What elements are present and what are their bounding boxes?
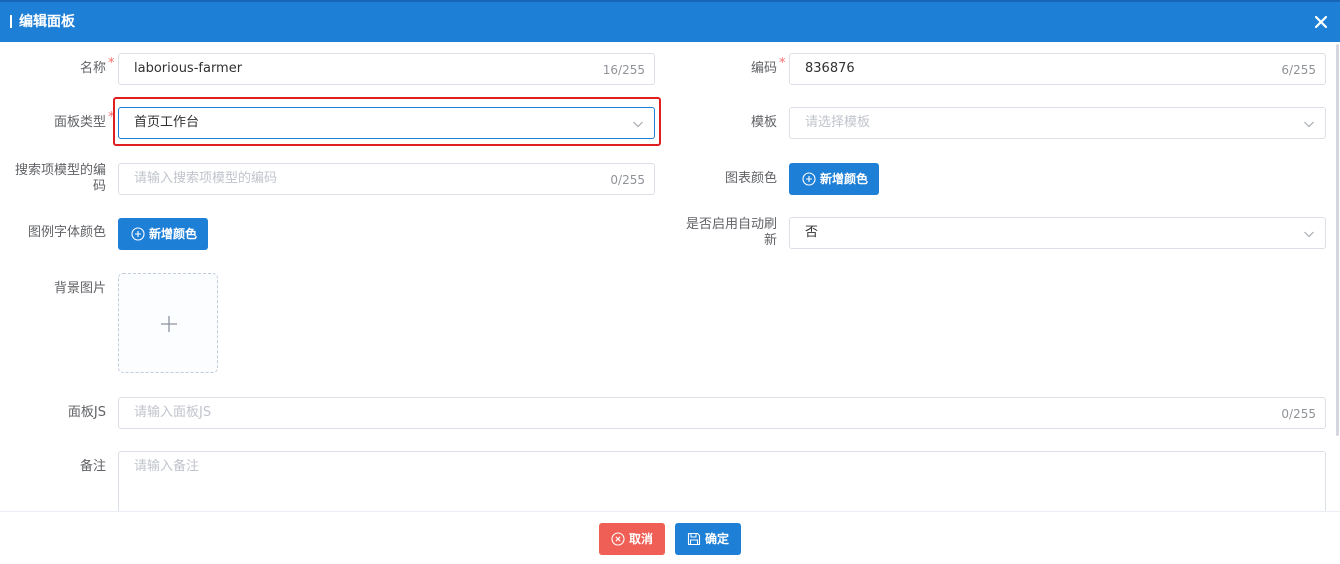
add-chart-color-button[interactable]: 新增颜色: [789, 163, 879, 195]
auto-refresh-label-line2: 新: [763, 233, 777, 248]
chevron-down-icon: [1304, 121, 1314, 128]
required-mark: *: [779, 56, 786, 71]
panel-type-value: 首页工作台: [134, 115, 200, 130]
add-legend-font-color-label: 新增颜色: [149, 227, 198, 241]
dialog-header: 编辑面板: [0, 0, 1340, 42]
code-label: 编码: [750, 61, 777, 76]
template-select[interactable]: 请选择模板: [789, 107, 1326, 139]
search-model-code-placeholder: 请输入搜索项模型的编码: [134, 171, 278, 186]
chart-color-label: 图表颜色: [724, 171, 777, 186]
auto-refresh-value: 否: [805, 225, 819, 240]
add-chart-color-label: 新增颜色: [820, 172, 869, 186]
chevron-down-icon: [633, 121, 643, 128]
search-model-code-field[interactable]: 请输入搜索项模型的编码 0/255: [118, 163, 655, 195]
template-placeholder: 请选择模板: [805, 115, 871, 130]
dialog-title: 编辑面板: [19, 14, 75, 30]
search-model-code-counter: 0/255: [610, 173, 645, 187]
legend-font-color-label: 图例字体颜色: [27, 225, 106, 240]
auto-refresh-label-line1: 是否启用自动刷: [685, 217, 777, 232]
search-model-code-label-line2: 码: [92, 179, 106, 194]
cancel-label: 取消: [629, 532, 654, 546]
close-circle-icon: [611, 532, 625, 546]
add-legend-font-color-button[interactable]: 新增颜色: [118, 218, 208, 250]
background-image-upload[interactable]: [118, 273, 218, 373]
auto-refresh-select[interactable]: 否: [789, 217, 1326, 249]
name-label: 名称: [79, 61, 106, 76]
name-value: laborious-farmer: [134, 61, 243, 76]
confirm-button[interactable]: 确定: [675, 523, 741, 555]
chevron-down-icon: [1304, 231, 1314, 238]
code-value: 836876: [805, 61, 855, 76]
plus-circle-icon: [131, 227, 145, 241]
code-field[interactable]: 836876 6/255: [789, 53, 1326, 85]
cancel-button[interactable]: 取消: [599, 523, 665, 555]
panel-js-field[interactable]: 请输入面板JS 0/255: [118, 397, 1326, 429]
search-model-code-label-line1: 搜索项模型的编: [14, 163, 106, 178]
plus-icon: [161, 316, 177, 332]
title-accent-bar: [10, 15, 12, 28]
name-field[interactable]: laborious-farmer 16/255: [118, 53, 655, 85]
plus-circle-icon: [802, 172, 816, 186]
dialog-footer: 取消 确定: [0, 511, 1340, 564]
auto-refresh-label: 是否启用自动刷 新: [660, 217, 777, 249]
name-counter: 16/255: [602, 63, 645, 77]
remark-label: 备注: [79, 459, 106, 474]
template-label: 模板: [750, 115, 777, 130]
background-image-label: 背景图片: [53, 281, 106, 296]
panel-js-label: 面板JS: [67, 405, 106, 420]
confirm-label: 确定: [705, 532, 730, 546]
code-counter: 6/255: [1281, 63, 1316, 77]
remark-placeholder: 请输入备注: [134, 459, 200, 474]
scrollbar[interactable]: [1336, 44, 1339, 436]
panel-type-label: 面板类型: [53, 115, 106, 130]
close-icon[interactable]: [1310, 11, 1332, 33]
search-model-code-label: 搜索项模型的编 码: [0, 163, 106, 195]
panel-type-select[interactable]: 首页工作台: [118, 107, 655, 139]
panel-js-counter: 0/255: [1281, 407, 1316, 421]
panel-js-placeholder: 请输入面板JS: [134, 405, 212, 420]
required-mark: *: [108, 56, 115, 71]
save-icon: [687, 532, 701, 546]
